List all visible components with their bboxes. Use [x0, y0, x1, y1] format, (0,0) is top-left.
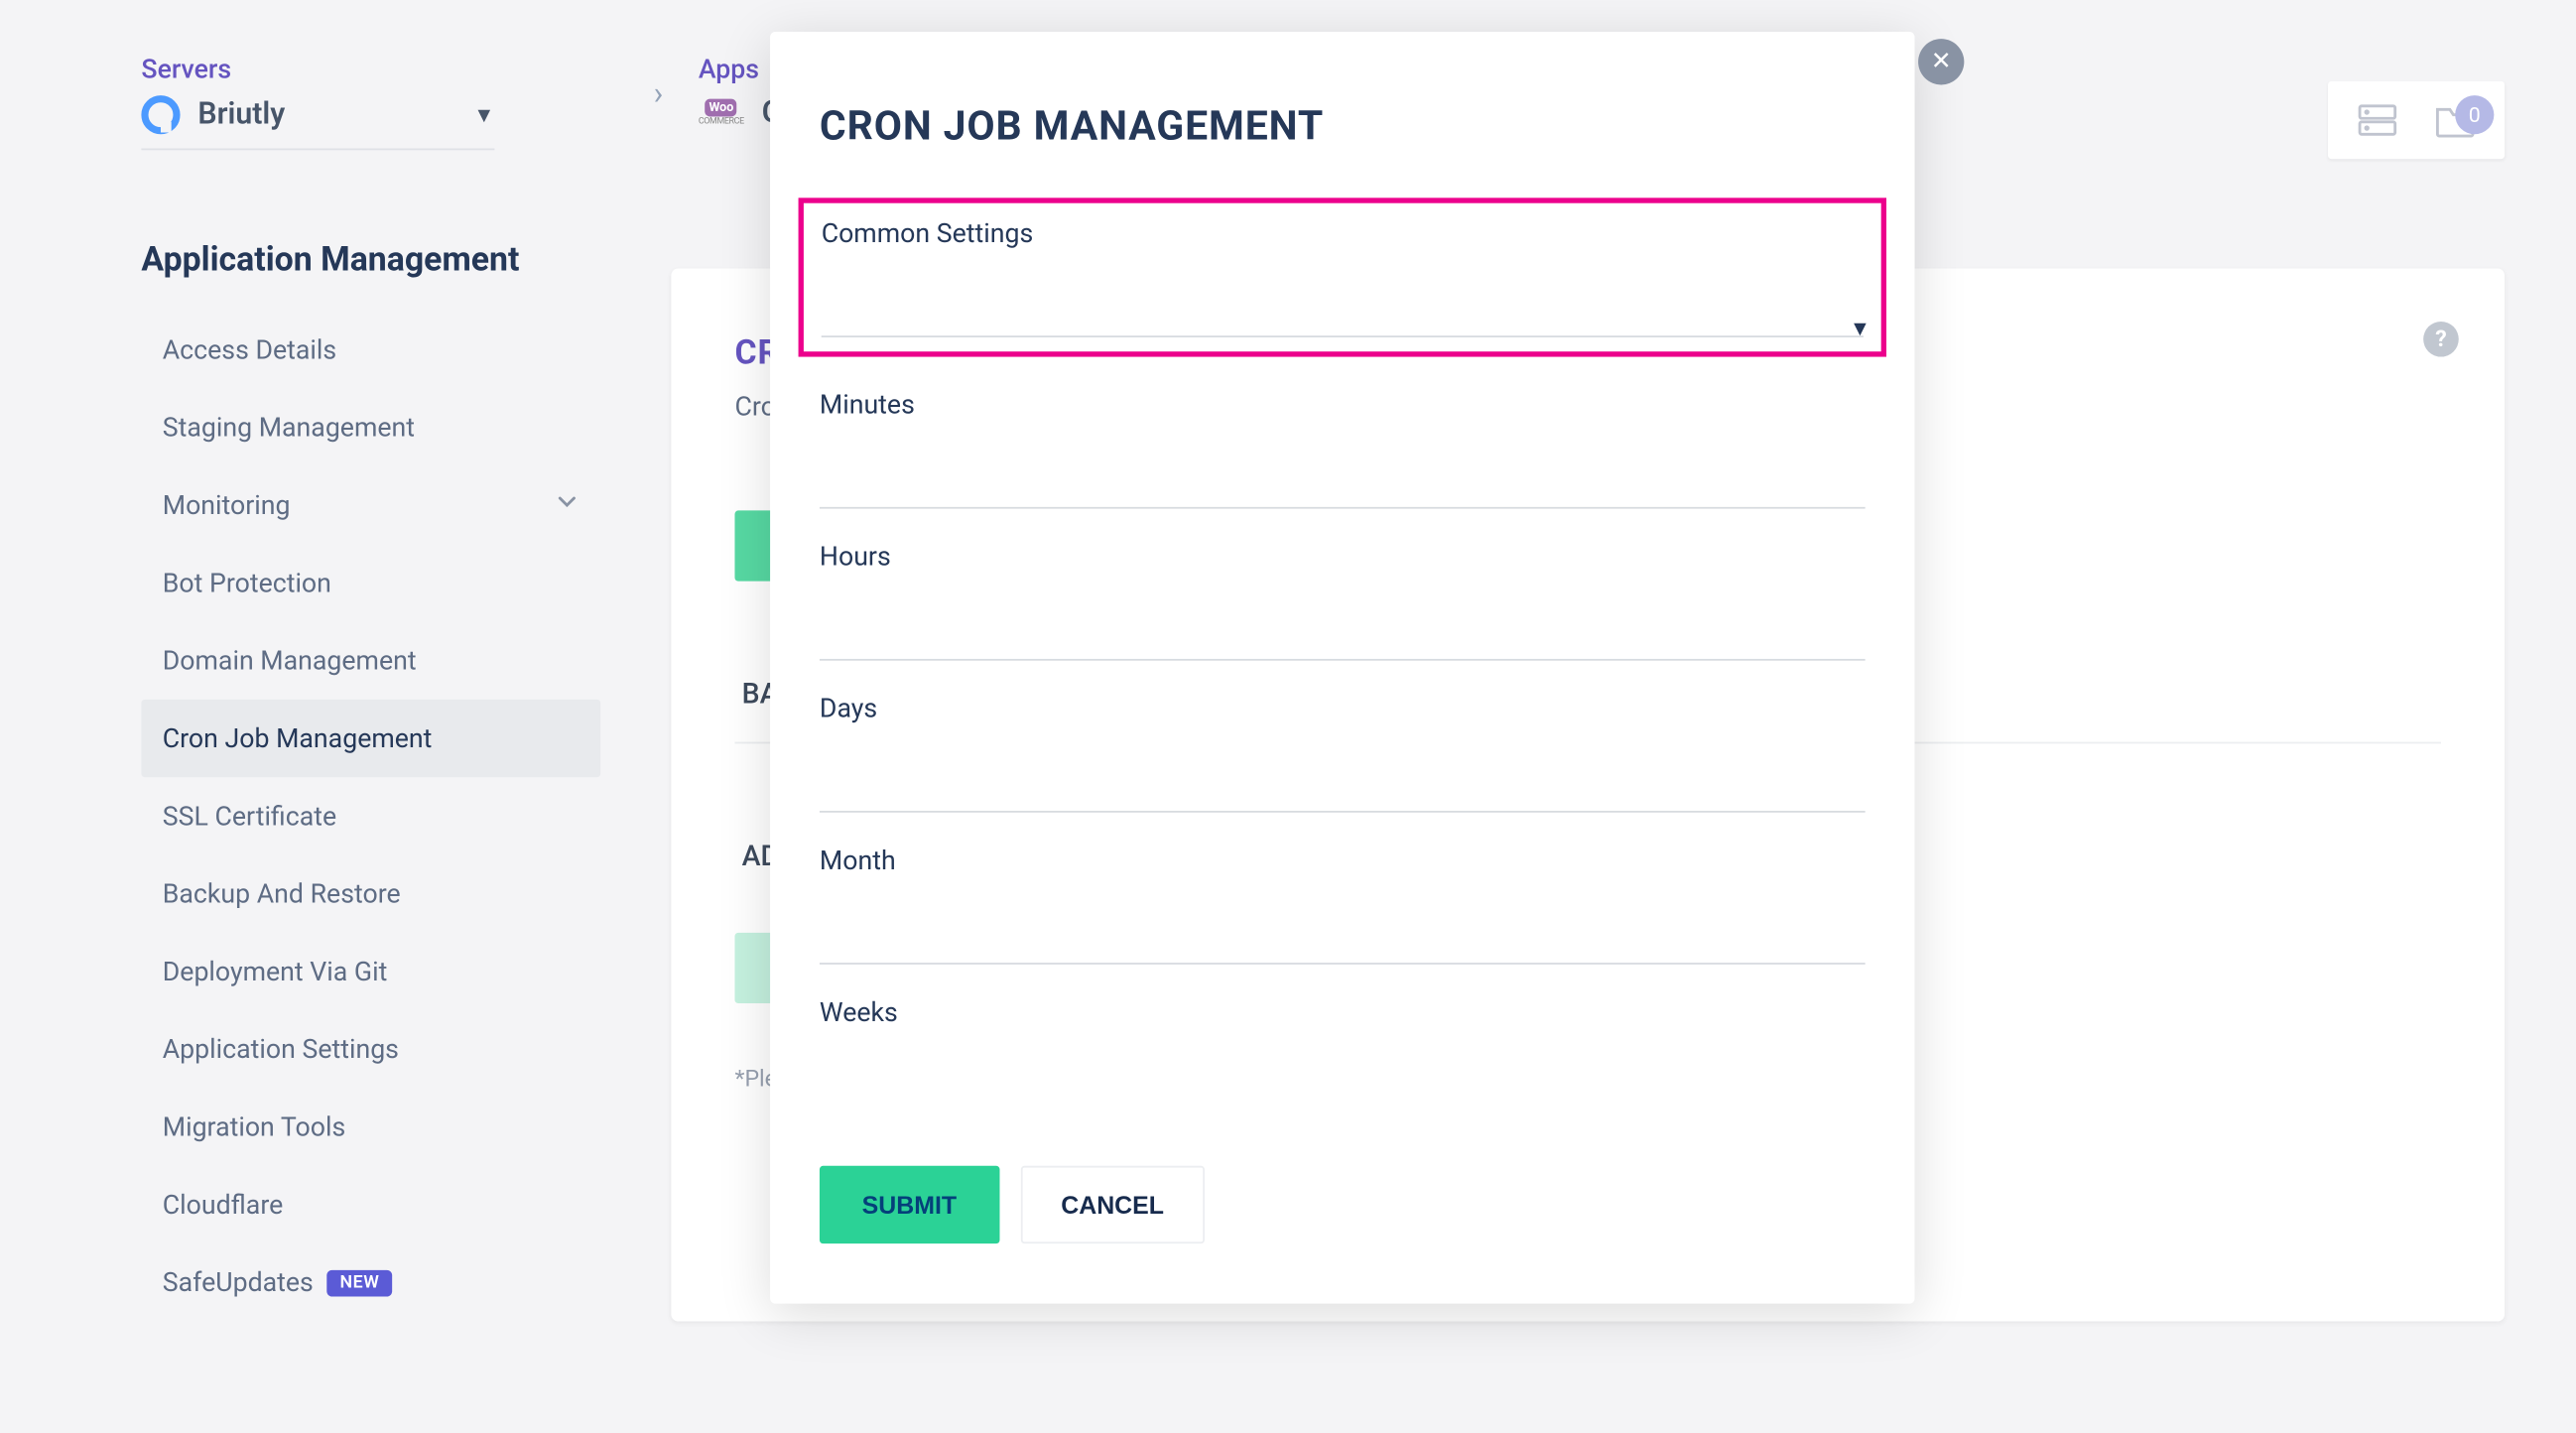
- cancel-button[interactable]: CANCEL: [1020, 1166, 1205, 1243]
- minutes-label: Minutes: [820, 389, 1866, 421]
- close-icon[interactable]: ✕: [1918, 39, 1964, 84]
- modal-overlay: ✕ CRON JOB MANAGEMENT Common Settings ▼ …: [0, 0, 2575, 1433]
- month-input[interactable]: [820, 915, 1866, 965]
- modal-title: CRON JOB MANAGEMENT: [820, 102, 1866, 150]
- month-label: Month: [820, 845, 1866, 876]
- caret-down-icon: ▼: [1850, 317, 1870, 341]
- weeks-label: Weeks: [820, 996, 1866, 1028]
- submit-button[interactable]: SUBMIT: [820, 1166, 999, 1243]
- days-label: Days: [820, 693, 1866, 724]
- hours-label: Hours: [820, 541, 1866, 573]
- days-input[interactable]: [820, 763, 1866, 813]
- cron-modal: ✕ CRON JOB MANAGEMENT Common Settings ▼ …: [770, 32, 1914, 1304]
- common-settings-field[interactable]: Common Settings ▼: [799, 197, 1886, 356]
- minutes-input[interactable]: [820, 459, 1866, 509]
- hours-input[interactable]: [820, 611, 1866, 661]
- common-settings-select[interactable]: [822, 288, 1864, 337]
- common-settings-label: Common Settings: [822, 217, 1864, 249]
- weeks-input[interactable]: [820, 1067, 1866, 1116]
